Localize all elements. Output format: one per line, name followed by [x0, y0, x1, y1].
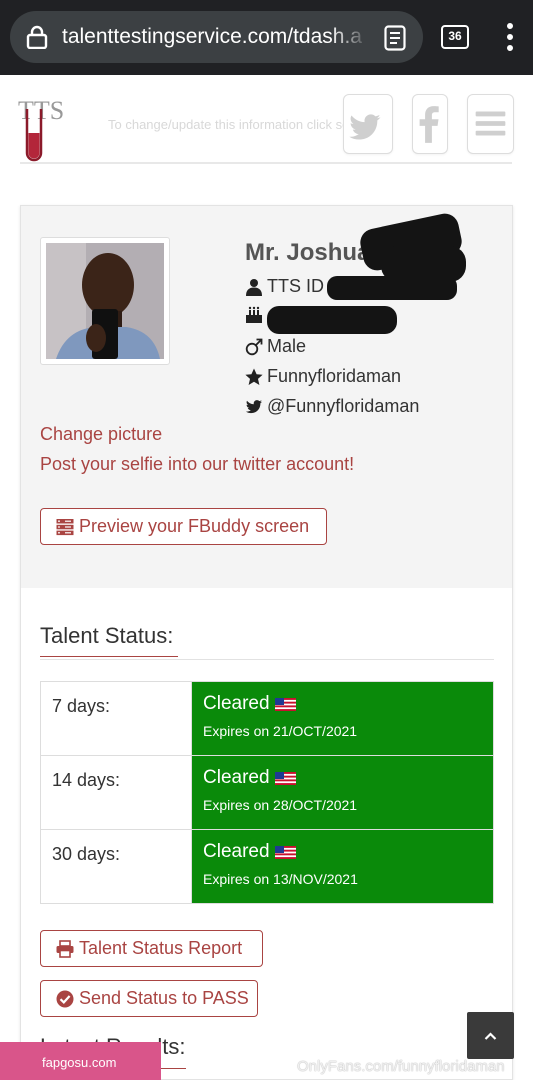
- table-row: 7 days: Cleared Expires on 21/OCT/2021: [40, 681, 494, 756]
- tts-id-row: TTS ID #: [245, 276, 339, 297]
- star-icon: [245, 368, 263, 385]
- status-cell: Cleared Expires on 28/OCT/2021: [191, 755, 494, 830]
- birthday-cake-icon: [246, 306, 262, 323]
- address-bar[interactable]: talenttestingservice.com/tdash.a: [10, 11, 423, 63]
- us-flag-icon: [274, 845, 296, 859]
- selfie-twitter-link[interactable]: Post your selfie into our twitter accoun…: [40, 454, 354, 475]
- us-flag-icon: [274, 697, 296, 711]
- twitter-icon: [349, 114, 381, 140]
- hamburger-menu-button[interactable]: [467, 94, 514, 154]
- gender-row: Male: [245, 336, 306, 357]
- talent-status-report-button[interactable]: Talent Status Report: [40, 930, 263, 967]
- expiry-text: Expires on 28/OCT/2021: [203, 797, 358, 813]
- site-header: TTS To change/update this information cl…: [0, 75, 533, 165]
- settings-notice: To change/update this information click …: [108, 117, 381, 132]
- lock-icon: [26, 25, 48, 49]
- status-cell: Cleared Expires on 13/NOV/2021: [191, 829, 494, 904]
- status-value: Cleared: [203, 841, 270, 862]
- redaction-mark: [327, 276, 457, 300]
- table-row: 14 days: Cleared Expires on 28/OCT/2021: [40, 755, 494, 830]
- status-cell: Cleared Expires on 21/OCT/2021: [191, 681, 494, 756]
- redaction-mark: [267, 306, 397, 334]
- tts-logo[interactable]: TTS: [18, 95, 68, 165]
- profile-photo-frame: [40, 237, 170, 365]
- tab-switcher-button[interactable]: 36: [441, 25, 469, 49]
- period-cell: 7 days:: [40, 681, 192, 756]
- status-value: Cleared: [203, 693, 270, 714]
- url-text[interactable]: talenttestingservice.com/tdash.a: [62, 25, 362, 49]
- expiry-text: Expires on 21/OCT/2021: [203, 723, 358, 739]
- check-circle-icon: [56, 990, 74, 1007]
- table-row: 30 days: Cleared Expires on 13/NOV/2021: [40, 829, 494, 904]
- talent-status-report-label: Talent Status Report: [79, 938, 243, 958]
- profile-name: Mr. Joshua: [245, 239, 371, 266]
- facebook-button[interactable]: [412, 94, 448, 154]
- twitter-handle-row: @Funnyfloridaman: [245, 396, 419, 417]
- facebook-icon: [419, 106, 439, 143]
- twitter-button[interactable]: [343, 94, 393, 154]
- period-cell: 30 days:: [40, 829, 192, 904]
- username-value: Funnyfloridaman: [267, 366, 402, 386]
- us-flag-icon: [274, 771, 296, 785]
- status-value: Cleared: [203, 767, 270, 788]
- printer-icon: [56, 939, 74, 958]
- talent-status-title: Talent Status:: [40, 623, 174, 648]
- reader-mode-icon[interactable]: [384, 25, 406, 51]
- scroll-to-top-button[interactable]: [467, 1012, 514, 1059]
- talent-status-table: 7 days: Cleared Expires on 21/OCT/2021 1…: [40, 681, 494, 904]
- chevron-up-icon: [484, 1032, 497, 1040]
- onlyfans-watermark: OnlyFans.com/funnyfloridaman: [297, 1058, 505, 1075]
- male-symbol-icon: [245, 338, 263, 355]
- preview-fbuddy-label: Preview your FBuddy screen: [79, 516, 310, 536]
- site-watermark: fapgosu.com: [0, 1042, 161, 1080]
- browser-toolbar: talenttestingservice.com/tdash.a 36: [0, 0, 533, 75]
- preview-fbuddy-button[interactable]: Preview your FBuddy screen: [40, 508, 327, 545]
- period-cell: 14 days:: [40, 755, 192, 830]
- send-status-pass-button[interactable]: Send Status to PASS: [40, 980, 258, 1017]
- twitter-icon: [245, 399, 263, 413]
- profile-panel: Mr. Joshua TTS ID # Male Funnyfloridaman…: [21, 206, 512, 588]
- twitter-handle[interactable]: @Funnyfloridaman: [267, 396, 419, 417]
- expiry-text: Expires on 13/NOV/2021: [203, 871, 358, 887]
- gender-value: Male: [267, 336, 307, 356]
- profile-photo: [46, 243, 164, 359]
- send-status-pass-label: Send Status to PASS: [79, 988, 249, 1008]
- more-menu-icon[interactable]: [500, 22, 520, 52]
- hamburger-icon: [475, 111, 506, 136]
- dashboard-card: Mr. Joshua TTS ID # Male Funnyfloridaman…: [20, 205, 513, 1080]
- user-icon: [246, 278, 262, 296]
- username-row: Funnyfloridaman: [245, 366, 401, 387]
- birthday-row: [245, 306, 267, 324]
- server-icon: [56, 518, 74, 535]
- change-picture-link[interactable]: Change picture: [40, 424, 162, 445]
